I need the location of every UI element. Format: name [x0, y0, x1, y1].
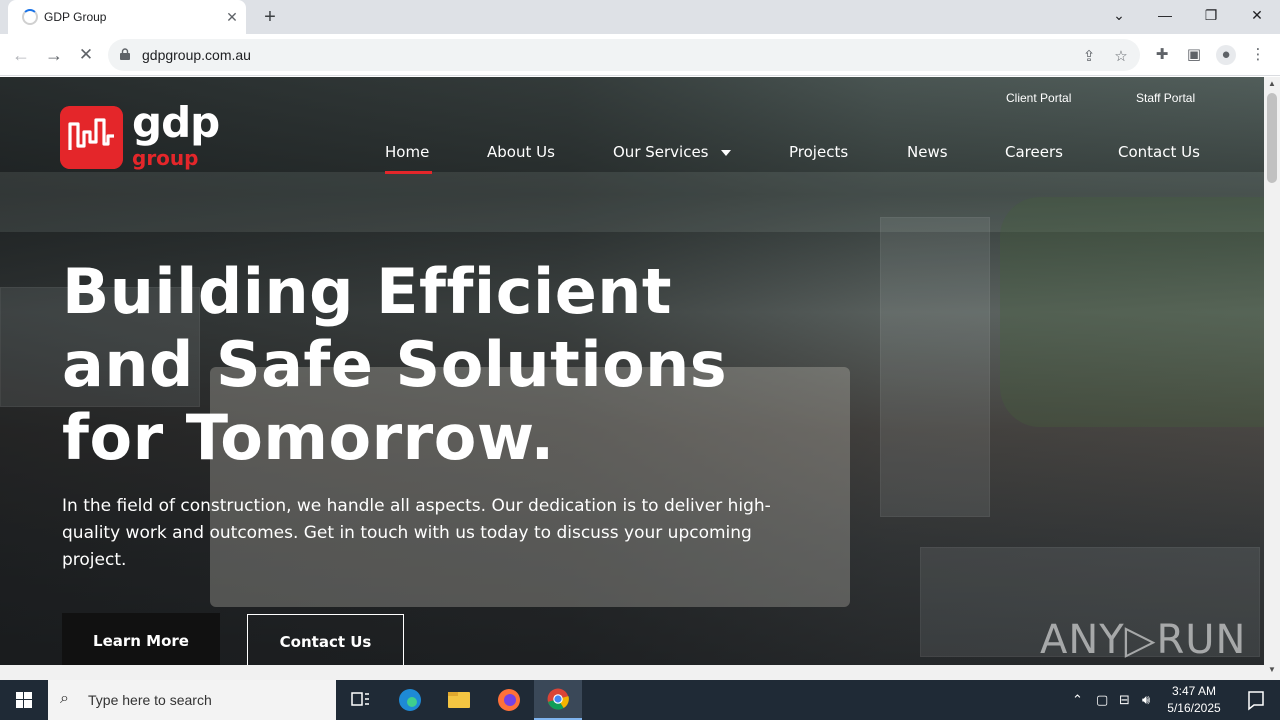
contact-us-button[interactable]: Contact Us — [247, 614, 404, 665]
lock-icon — [120, 48, 130, 60]
tab-strip: GDP Group ✕ + ⌄ — ❐ ✕ — [0, 0, 1280, 34]
scroll-thumb[interactable] — [1267, 93, 1277, 183]
taskbar-clock[interactable]: 3:47 AM 5/16/2025 — [1162, 683, 1226, 717]
chrome-icon[interactable] — [534, 680, 582, 720]
nav-projects[interactable]: Projects — [789, 143, 848, 161]
forward-arrow-icon[interactable]: → — [43, 44, 65, 66]
close-window-button[interactable]: ✕ — [1245, 6, 1269, 24]
share-icon[interactable]: ⇪ — [1080, 47, 1098, 65]
nav-our-services[interactable]: Our Services — [613, 143, 731, 161]
clock-date: 5/16/2025 — [1167, 701, 1221, 715]
logo-text-gdp: gdp — [132, 98, 220, 147]
address-bar[interactable]: gdpgroup.com.au ⇪ ☆ — [108, 39, 1140, 71]
restore-button[interactable]: ❐ — [1199, 6, 1223, 24]
staff-portal-link[interactable]: Staff Portal — [1136, 91, 1195, 105]
browser-toolbar: ← → ✕ gdpgroup.com.au ⇪ ☆ ✚ ▣ ● ⋮ — [0, 34, 1280, 76]
clock-time: 3:47 AM — [1171, 684, 1217, 698]
taskbar-search-placeholder: Type here to search — [88, 692, 212, 708]
hero-heading-line: and Safe Solutions — [62, 328, 728, 401]
windows-start-icon[interactable] — [0, 680, 48, 720]
side-panel-icon[interactable]: ▣ — [1184, 45, 1204, 65]
profile-avatar-icon[interactable]: ● — [1216, 45, 1236, 65]
client-portal-link[interactable]: Client Portal — [1006, 91, 1071, 105]
tab-search-dropdown-icon[interactable]: ⌄ — [1107, 6, 1131, 24]
edge-browser-icon[interactable] — [386, 680, 434, 720]
bookmark-star-icon[interactable]: ☆ — [1112, 47, 1130, 65]
extensions-puzzle-icon[interactable]: ✚ — [1152, 45, 1172, 65]
notifications-icon[interactable] — [1232, 680, 1280, 720]
minimize-button[interactable]: — — [1153, 6, 1177, 24]
new-tab-button[interactable]: + — [258, 6, 282, 28]
tab-close-icon[interactable]: ✕ — [224, 9, 240, 25]
back-arrow-icon[interactable]: ← — [10, 44, 32, 66]
logo-text-group: group — [132, 146, 199, 170]
network-icon[interactable]: ⊟ — [1119, 692, 1130, 708]
scroll-up-arrow-icon[interactable]: ▲ — [1264, 77, 1280, 91]
page-viewport: gdp group Client Portal Staff Portal Hom… — [0, 77, 1264, 665]
browser-tab[interactable]: GDP Group ✕ — [8, 0, 246, 34]
hero-heading: Building Efficient and Safe Solutions fo… — [62, 255, 822, 474]
tab-title: GDP Group — [44, 10, 107, 24]
task-view-icon[interactable] — [336, 680, 384, 720]
anyrun-watermark: ANY▷RUN — [1040, 617, 1247, 663]
learn-more-button[interactable]: Learn More — [62, 613, 220, 665]
hero-heading-line: for Tomorrow. — [62, 401, 555, 474]
nav-careers[interactable]: Careers — [1005, 143, 1063, 161]
taskbar-search-box[interactable]: ⌕ Type here to search — [48, 680, 336, 720]
tray-device-icon[interactable]: ▢ — [1096, 692, 1108, 708]
caret-down-icon — [720, 149, 731, 156]
nav-news[interactable]: News — [907, 143, 948, 161]
scroll-down-arrow-icon[interactable]: ▼ — [1264, 663, 1280, 677]
hero-heading-line: Building Efficient — [62, 255, 673, 328]
background-pane — [880, 217, 990, 517]
file-explorer-icon[interactable] — [435, 680, 483, 720]
tray-chevron-up-icon[interactable]: ⌃ — [1072, 692, 1083, 708]
stop-loading-icon[interactable]: ✕ — [75, 44, 97, 66]
nav-our-services-label: Our Services — [613, 143, 709, 161]
volume-icon[interactable]: 🔊︎ — [1142, 692, 1150, 708]
active-nav-indicator — [385, 171, 432, 174]
firefox-icon[interactable] — [485, 680, 533, 720]
nav-about-us[interactable]: About Us — [487, 143, 555, 161]
hero-description: In the field of construction, we handle … — [62, 496, 771, 570]
horizontal-scrollbar-area — [0, 665, 1264, 680]
nav-home[interactable]: Home — [385, 143, 429, 161]
background-trees — [1000, 197, 1264, 427]
url-text[interactable]: gdpgroup.com.au — [142, 47, 251, 63]
menu-kebab-icon[interactable]: ⋮ — [1248, 45, 1268, 65]
windows-taskbar: ⌕ Type here to search ⌃ ▢ ⊟ 🔊︎ 3:47 AM 5… — [0, 680, 1280, 720]
loading-spinner-icon — [22, 9, 38, 25]
vertical-scrollbar[interactable]: ▲ ▼ — [1264, 77, 1280, 680]
search-icon: ⌕ — [60, 690, 69, 707]
nav-contact-us[interactable]: Contact Us — [1118, 143, 1200, 161]
logo-mark-icon — [60, 106, 123, 169]
